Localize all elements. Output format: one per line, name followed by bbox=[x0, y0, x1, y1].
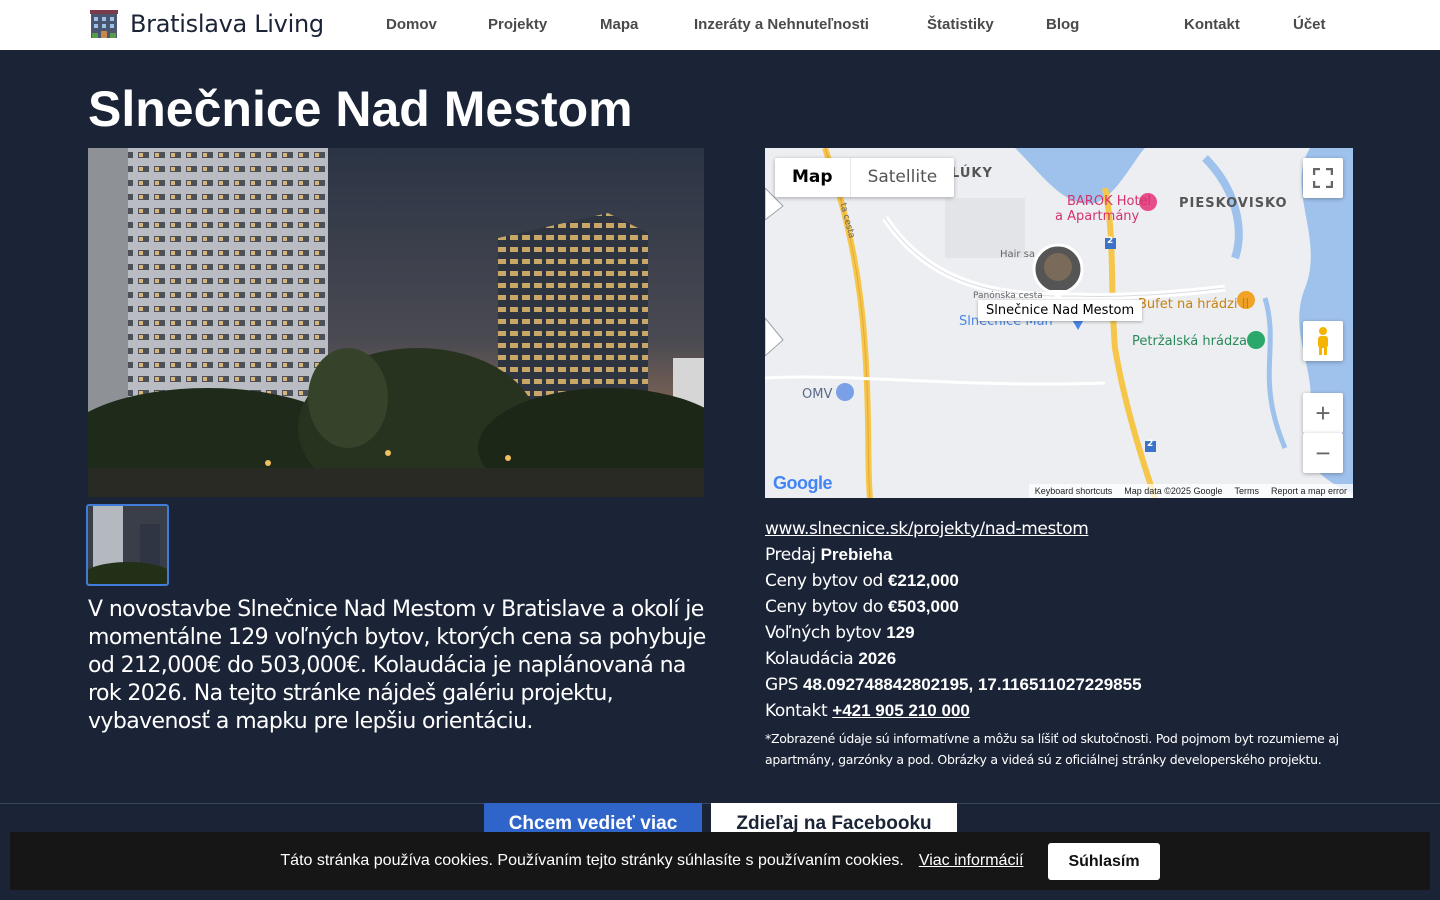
disclaimer: *Zobrazené údaje sú informatívne a môžu … bbox=[765, 731, 1339, 767]
info-sale: Predaj Prebieha bbox=[765, 545, 893, 565]
map-data-attribution: Map data ©2025 Google bbox=[1124, 486, 1223, 496]
nav-link-blog[interactable]: Blog bbox=[1046, 16, 1079, 33]
info-kolaudacia: Kolaudácia 2026 bbox=[765, 649, 897, 669]
cookie-banner: Táto stránka používa cookies. Používaním… bbox=[10, 832, 1430, 890]
nav-link-ucet[interactable]: Účet bbox=[1293, 16, 1326, 33]
project-map[interactable]: LÚKY BAROK Hotel a Apartmány PIESKOVISKO… bbox=[765, 148, 1353, 498]
project-website-link[interactable]: www.slnecnice.sk/projekty/nad-mestom bbox=[765, 519, 1089, 539]
map-place-bufet[interactable]: Bufet na hrádzi II bbox=[1138, 297, 1249, 312]
map-place-barok-2[interactable]: a Apartmány bbox=[1055, 209, 1139, 224]
info-gps: GPS 48.092748842802195, 17.1165110272298… bbox=[765, 675, 1142, 695]
map-road-number: 2 bbox=[1147, 439, 1154, 449]
nav-link-kontakt[interactable]: Kontakt bbox=[1184, 16, 1240, 33]
project-info: www.slnecnice.sk/projekty/nad-mestom Pre… bbox=[765, 516, 1355, 770]
map-place-luky: LÚKY bbox=[951, 166, 993, 181]
nav-link-domov[interactable]: Domov bbox=[386, 16, 437, 33]
map-type-control: Map Satellite bbox=[775, 158, 955, 197]
project-description: V novostavbe Slnečnice Nad Mestom v Brat… bbox=[88, 597, 706, 734]
map-place-hair[interactable]: Hair sa bbox=[1000, 249, 1035, 260]
map-report-error-link[interactable]: Report a map error bbox=[1271, 486, 1347, 496]
map-type-satellite-button[interactable]: Satellite bbox=[849, 158, 955, 197]
map-footer: Keyboard shortcuts Map data ©2025 Google… bbox=[1028, 484, 1353, 498]
cookie-more-info-link[interactable]: Viac informácií bbox=[919, 852, 1024, 870]
map-place-omv[interactable]: OMV bbox=[802, 387, 832, 402]
map-type-map-button[interactable]: Map bbox=[775, 158, 850, 197]
cookie-accept-button[interactable]: Súhlasím bbox=[1048, 842, 1160, 880]
top-navbar: Bratislava Living Domov Projekty Mapa In… bbox=[0, 0, 1440, 50]
nav-link-inzeraty[interactable]: Inzeráty a Nehnuteľnosti bbox=[694, 16, 869, 33]
brand-home-link[interactable]: Bratislava Living bbox=[88, 8, 324, 40]
map-place-barok[interactable]: BAROK Hotel bbox=[1067, 194, 1151, 209]
nav-link-mapa[interactable]: Mapa bbox=[600, 16, 638, 33]
fullscreen-icon[interactable] bbox=[1303, 158, 1343, 198]
info-price-to: Ceny bytov do €503,000 bbox=[765, 597, 959, 617]
zoom-out-icon[interactable]: − bbox=[1303, 433, 1343, 473]
map-terms-link[interactable]: Terms bbox=[1234, 486, 1259, 496]
map-place-hradza[interactable]: Petržalská hrádza bbox=[1132, 334, 1247, 349]
brand-name: Bratislava Living bbox=[130, 10, 324, 38]
info-price-from: Ceny bytov od €212,000 bbox=[765, 571, 959, 591]
project-render-image bbox=[88, 148, 704, 497]
nav-link-statistiky[interactable]: Štatistiky bbox=[927, 16, 994, 33]
nav-link-projekty[interactable]: Projekty bbox=[488, 16, 547, 33]
contact-phone-link[interactable]: +421 905 210 000 bbox=[832, 701, 970, 721]
project-main-image[interactable] bbox=[88, 148, 704, 497]
info-free-flats: Voľných bytov 129 bbox=[765, 623, 915, 643]
map-marker-label[interactable]: Slnečnice Nad Mestom bbox=[978, 300, 1143, 321]
zoom-in-icon[interactable]: + bbox=[1303, 393, 1343, 433]
page-title: Slnečnice Nad Mestom bbox=[88, 81, 633, 137]
map-road-number: 2 bbox=[1107, 236, 1114, 246]
gallery-thumbnail[interactable] bbox=[86, 504, 169, 586]
info-contact: Kontakt +421 905 210 000 bbox=[765, 701, 970, 721]
pegman-street-view-icon[interactable] bbox=[1303, 321, 1343, 361]
map-place-pieskovisko: PIESKOVISKO bbox=[1179, 196, 1288, 211]
google-logo: Google bbox=[773, 473, 833, 493]
map-keyboard-shortcuts-link[interactable]: Keyboard shortcuts bbox=[1035, 486, 1113, 496]
cookie-text: Táto stránka používa cookies. Používaním… bbox=[280, 852, 904, 869]
building-logo-icon bbox=[90, 10, 118, 38]
